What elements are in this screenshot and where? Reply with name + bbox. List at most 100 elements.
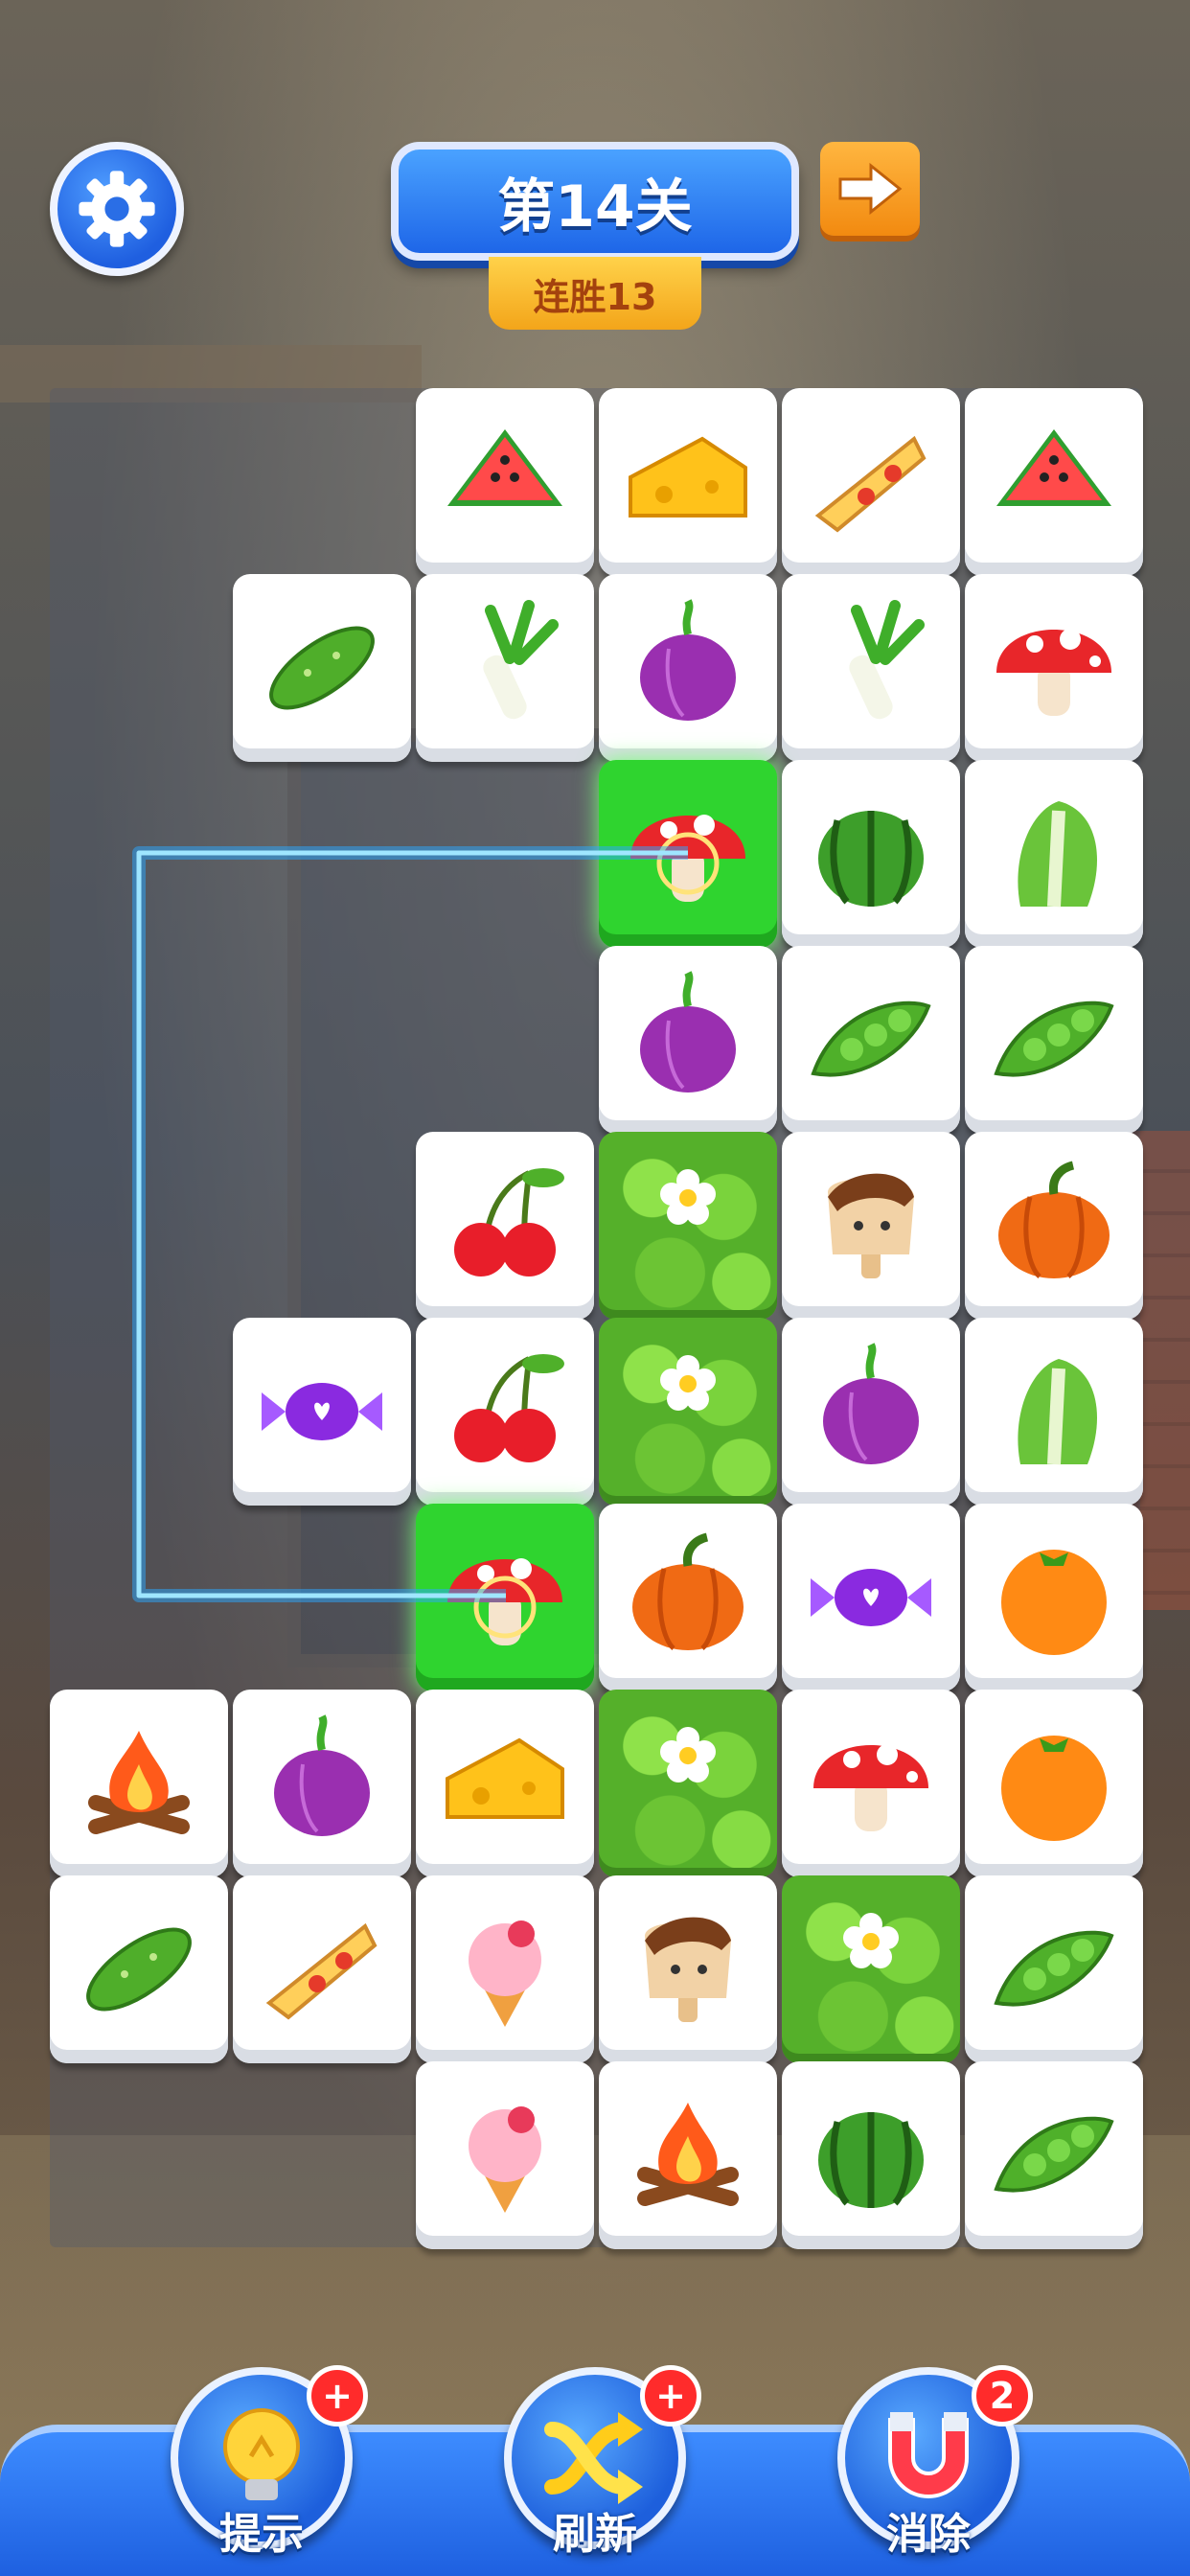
tile-candy[interactable] <box>782 1504 960 1691</box>
mushroom-icon <box>630 815 745 902</box>
cucumber-icon <box>86 1927 192 2012</box>
mushroom-icon <box>813 1744 928 1831</box>
tile-mushroom[interactable] <box>965 574 1143 762</box>
hint-plus-text: + <box>322 2375 353 2417</box>
tile-onion[interactable] <box>782 1318 960 1506</box>
level-title: 第14关 <box>391 142 799 261</box>
level-title-text: 第14关 <box>497 172 693 241</box>
flower-icon <box>660 1727 716 1782</box>
next-level-button[interactable] <box>820 142 920 236</box>
tile-pizza[interactable] <box>233 1875 411 2063</box>
cheese-icon <box>629 436 747 518</box>
flower-icon <box>660 1169 716 1225</box>
remove-label: 消除 <box>886 2510 971 2559</box>
tile-onion[interactable] <box>599 574 777 762</box>
tile-watermelon-slice[interactable] <box>965 388 1143 576</box>
orange-icon <box>1001 1550 1107 1655</box>
remove-count-badge: 2 <box>972 2365 1033 2426</box>
bok-choy-icon <box>1018 801 1097 908</box>
tile-cherries[interactable] <box>416 1132 594 1320</box>
tile-peas[interactable] <box>965 1875 1143 2063</box>
tile-bok-choy[interactable] <box>965 760 1143 948</box>
tile-ice-cream[interactable] <box>416 1875 594 2063</box>
tile-pumpkin[interactable] <box>965 1132 1143 1320</box>
popsicle-icon <box>828 1173 914 1278</box>
campfire-icon <box>637 2103 739 2206</box>
candy-icon <box>262 1383 382 1440</box>
shuffle-icon <box>544 2412 643 2504</box>
tile-peas[interactable] <box>965 946 1143 1134</box>
tile-cheese[interactable] <box>416 1690 594 1877</box>
flower-icon <box>843 1913 899 1968</box>
tile-cucumber[interactable] <box>233 574 411 762</box>
leek-icon <box>849 600 925 720</box>
tile-orange[interactable] <box>965 1504 1143 1691</box>
tile-onion[interactable] <box>599 946 777 1134</box>
pizza-icon <box>265 1922 378 2020</box>
tile-pumpkin[interactable] <box>599 1504 777 1691</box>
win-streak-badge: 连胜13 <box>489 257 701 330</box>
pumpkin-icon <box>632 1532 744 1650</box>
onion-icon <box>823 1343 919 1464</box>
mushroom-icon <box>447 1558 562 1645</box>
tile-peas[interactable] <box>782 946 960 1134</box>
hint-plus-badge: + <box>307 2365 368 2426</box>
tile-campfire[interactable] <box>599 2061 777 2249</box>
tile-candy[interactable] <box>233 1318 411 1506</box>
candy-icon <box>811 1569 931 1626</box>
gear-icon <box>79 171 155 247</box>
onion-icon <box>640 971 736 1092</box>
tile-leek[interactable] <box>416 574 594 762</box>
popsicle-icon <box>645 1917 731 2022</box>
leaf-blocker-tile[interactable] <box>599 1318 777 1506</box>
watermelon-icon <box>818 2112 924 2208</box>
tile-popsicle[interactable] <box>782 1132 960 1320</box>
tile-mushroom-selected[interactable] <box>599 760 777 948</box>
bok-choy-icon <box>1018 1359 1097 1465</box>
tile-campfire[interactable] <box>50 1690 228 1877</box>
tile-bok-choy[interactable] <box>965 1318 1143 1506</box>
peas-icon <box>811 1000 931 1077</box>
arrow-right-icon <box>838 162 903 216</box>
leaf-blocker-tile[interactable] <box>599 1690 777 1877</box>
settings-button[interactable] <box>50 142 184 276</box>
campfire-icon <box>88 1731 190 1834</box>
magnet-icon <box>888 2412 969 2498</box>
tile-onion[interactable] <box>233 1690 411 1877</box>
leaf-blocker-tile[interactable] <box>599 1132 777 1320</box>
refresh-label: 刷新 <box>553 2510 637 2559</box>
mushroom-icon <box>996 629 1111 716</box>
leaf-blocker-tile[interactable] <box>782 1875 960 2063</box>
tile-leek[interactable] <box>782 574 960 762</box>
peas-icon <box>994 1930 1114 2007</box>
cucumber-icon <box>269 626 375 710</box>
refresh-plus-badge: + <box>640 2365 701 2426</box>
tile-mushroom-selected[interactable] <box>416 1504 594 1691</box>
pizza-icon <box>814 435 927 533</box>
tile-watermelon[interactable] <box>782 2061 960 2249</box>
tile-mushroom[interactable] <box>782 1690 960 1877</box>
tile-ice-cream[interactable] <box>416 2061 594 2249</box>
ice-cream-icon <box>469 1920 541 2027</box>
tile-peas[interactable] <box>965 2061 1143 2249</box>
onion-icon <box>640 599 736 721</box>
onion-icon <box>274 1714 370 1836</box>
tile-popsicle[interactable] <box>599 1875 777 2063</box>
watermelon-icon <box>818 811 924 907</box>
pumpkin-icon <box>998 1161 1110 1278</box>
tile-cheese[interactable] <box>599 388 777 576</box>
tile-cherries[interactable] <box>416 1318 594 1506</box>
ice-cream-icon <box>469 2106 541 2213</box>
remove-count-text: 2 <box>989 2375 1016 2417</box>
win-streak-text: 连胜13 <box>533 275 657 318</box>
tile-watermelon[interactable] <box>782 760 960 948</box>
leek-icon <box>483 600 559 720</box>
flower-icon <box>660 1355 716 1411</box>
cherries-icon <box>454 1168 564 1276</box>
tile-watermelon-slice[interactable] <box>416 388 594 576</box>
tile-orange[interactable] <box>965 1690 1143 1877</box>
tile-pizza[interactable] <box>782 388 960 576</box>
watermelon-slice-icon <box>996 429 1111 506</box>
watermelon-slice-icon <box>447 429 562 506</box>
tile-cucumber[interactable] <box>50 1875 228 2063</box>
